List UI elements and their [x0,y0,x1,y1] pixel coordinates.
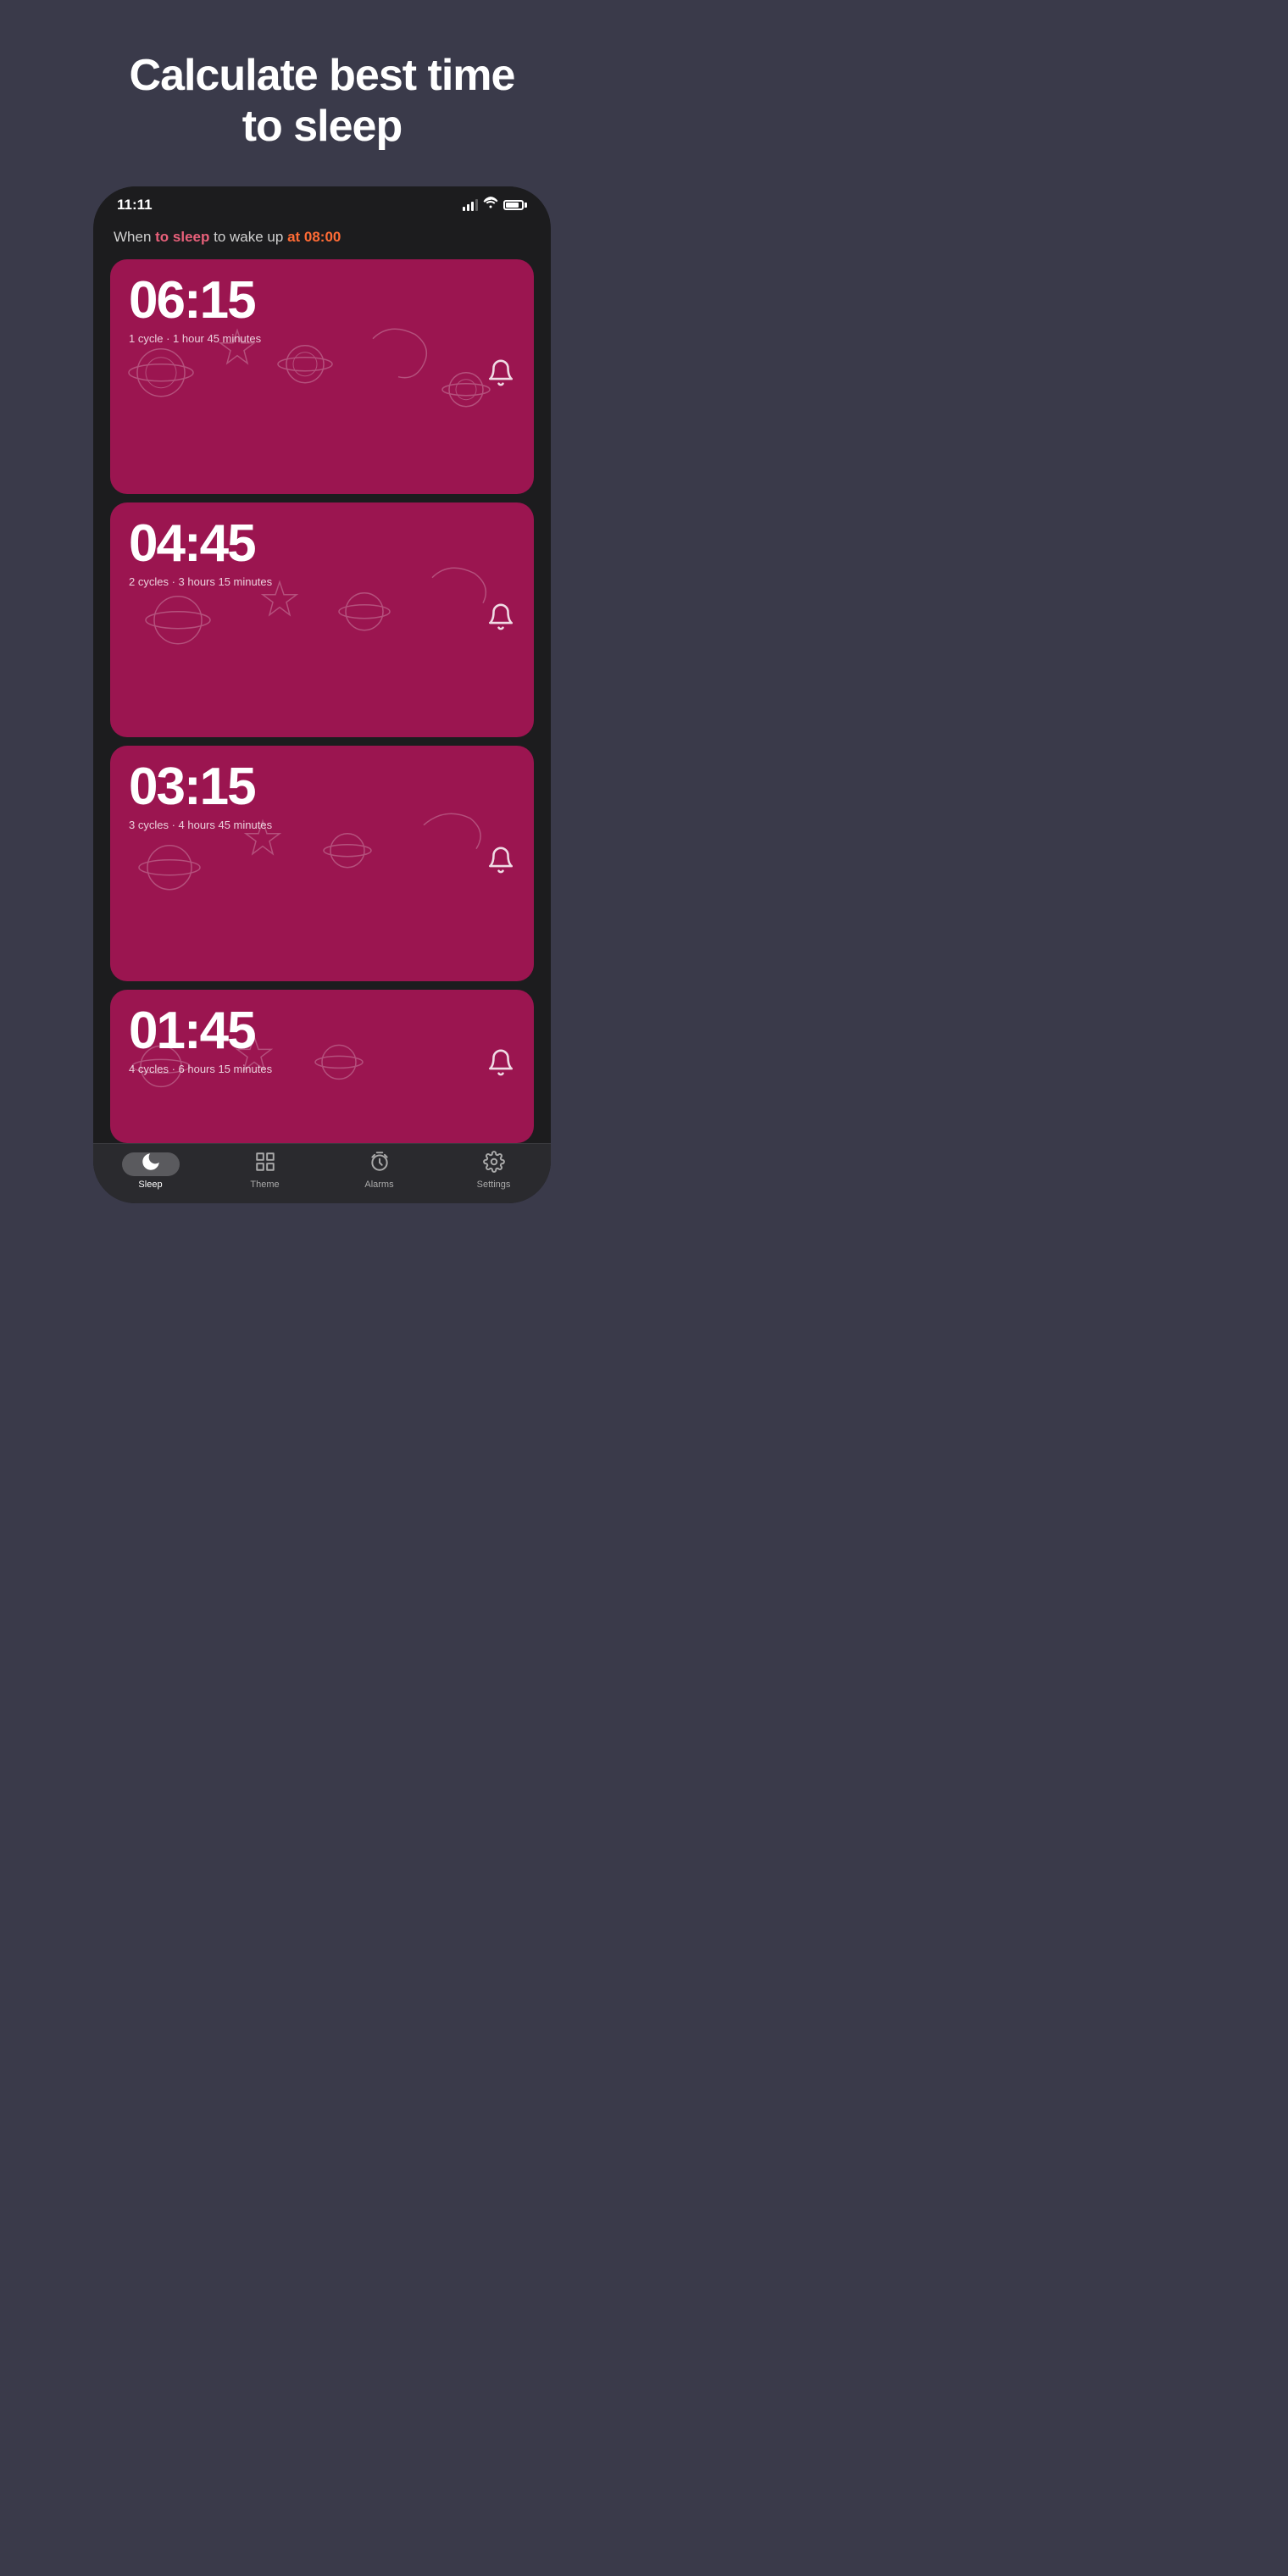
settings-icon-wrap [476,1152,512,1176]
nav-item-alarms[interactable]: Alarms [322,1152,436,1190]
nav-label-settings: Settings [477,1180,511,1190]
battery-icon [503,200,527,210]
phone-content: When to sleep to wake up at 08:00 [93,220,551,1143]
moon-icon [140,1151,162,1177]
time-card-2[interactable]: 04:45 2 cycles · 3 hours 15 minutes [110,502,534,737]
nav-item-theme[interactable]: Theme [208,1152,322,1190]
card-time-4: 01:45 [129,1005,515,1058]
bottom-nav: Sleep Theme [93,1143,551,1203]
nav-label-theme: Theme [250,1180,279,1190]
wake-time: at 08:00 [287,229,341,245]
theme-icon [254,1151,276,1177]
status-time: 11:11 [117,197,153,214]
bell-icon-1 [486,358,515,394]
card-time-1: 06:15 [129,275,515,327]
sleep-icon-wrap [122,1152,180,1176]
alarms-icon-wrap [362,1152,397,1176]
time-cards-container: 06:15 1 cycle · 1 hour 45 minutes [110,259,534,1143]
nav-label-sleep: Sleep [138,1180,162,1190]
wifi-icon [483,197,498,213]
settings-icon [483,1151,505,1177]
theme-icon-wrap [247,1152,283,1176]
bell-icon-4 [486,1048,515,1084]
nav-item-settings[interactable]: Settings [436,1152,551,1190]
wake-action: to sleep [155,229,209,245]
nav-label-alarms: Alarms [364,1180,393,1190]
bell-icon-3 [486,846,515,881]
page-title: Calculate best timeto sleep [96,51,549,153]
time-card-3[interactable]: 03:15 3 cycles · 4 hours 45 minutes [110,746,534,980]
card-info-4: 4 cycles · 6 hours 15 minutes [129,1063,515,1075]
status-bar: 11:11 [93,186,551,220]
card-time-2: 04:45 [129,518,515,570]
bell-icon-2 [486,602,515,638]
time-card-1[interactable]: 06:15 1 cycle · 1 hour 45 minutes [110,259,534,494]
alarms-icon [369,1151,391,1177]
card-info-1: 1 cycle · 1 hour 45 minutes [129,332,515,345]
time-card-4[interactable]: 01:45 4 cycles · 6 hours 15 minutes [110,990,534,1143]
signal-icon [463,199,478,211]
wake-prefix: When [114,229,155,245]
nav-item-sleep[interactable]: Sleep [93,1152,208,1190]
phone-frame: 11:11 When to sleep to wake up at 08:00 [93,186,551,1203]
card-time-3: 03:15 [129,761,515,813]
wake-middle: to wake up [209,229,287,245]
status-icons [463,197,527,213]
card-info-3: 3 cycles · 4 hours 45 minutes [129,819,515,831]
wake-header: When to sleep to wake up at 08:00 [110,229,534,246]
card-info-2: 2 cycles · 3 hours 15 minutes [129,575,515,588]
